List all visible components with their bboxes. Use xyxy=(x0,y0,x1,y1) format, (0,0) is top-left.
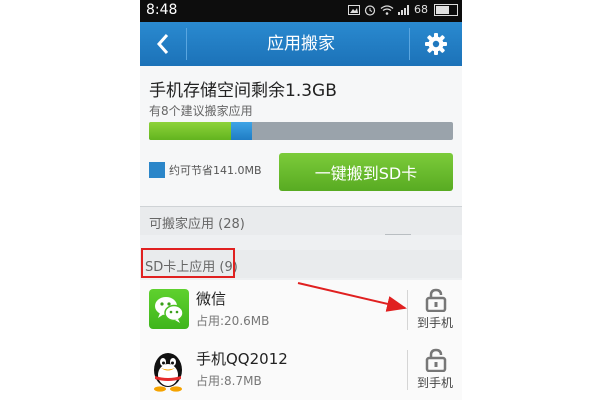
status-time: 8:48 xyxy=(146,2,178,18)
status-bar: 8:48 68 xyxy=(140,0,462,22)
storage-headline: 手机存储空间剩余1.3GB xyxy=(149,81,337,101)
move-to-phone-button[interactable]: 到手机 xyxy=(408,340,462,400)
signal-icon xyxy=(398,4,409,15)
storage-bar xyxy=(149,122,453,140)
battery-level: 68 xyxy=(414,3,428,16)
title-divider-left xyxy=(186,28,187,60)
app-usage: 占用:20.6MB xyxy=(196,314,270,328)
back-button[interactable] xyxy=(140,22,186,66)
saving-label: 约可节省141.0MB xyxy=(169,164,262,177)
move-to-phone-label: 到手机 xyxy=(416,316,453,330)
storage-bar-movable xyxy=(231,122,253,140)
highlight-box xyxy=(141,248,235,278)
status-icons: 68 xyxy=(348,3,458,16)
storage-bar-used xyxy=(149,122,232,140)
settings-button[interactable] xyxy=(410,22,462,66)
alarm-icon xyxy=(364,4,376,16)
battery-icon xyxy=(434,3,458,16)
move-all-to-sd-button[interactable]: 一键搬到SD卡 xyxy=(279,153,453,191)
suggestion-text: 有8个建议搬家应用 xyxy=(149,104,253,118)
section-movable-label: 可搬家应用 (28) xyxy=(149,217,245,232)
wifi-icon xyxy=(380,4,394,15)
app-usage: 占用:8.7MB xyxy=(196,374,262,388)
list-item[interactable]: 微信 占用:20.6MB 到手机 xyxy=(140,280,462,341)
move-to-phone-button[interactable]: 到手机 xyxy=(408,280,462,340)
gear-icon xyxy=(425,33,447,55)
app-name: 微信 xyxy=(196,290,227,308)
title-bar: 应用搬家 xyxy=(140,22,462,66)
app-name: 手机QQ2012 xyxy=(196,350,288,368)
lock-icon xyxy=(425,288,447,312)
list-item[interactable]: 手机QQ2012 占用:8.7MB 到手机 xyxy=(140,340,462,400)
phone-screen: 8:48 68 应用搬家 手机存储空间剩余1.3GB 有8个建议搬家应用 约可节… xyxy=(140,0,462,400)
chevron-left-icon xyxy=(156,34,169,54)
section-movable-apps[interactable]: 可搬家应用 (28) xyxy=(140,207,462,236)
move-to-phone-label: 到手机 xyxy=(416,376,453,390)
photo-notification-icon xyxy=(348,4,360,15)
qq-icon xyxy=(150,346,186,392)
wechat-icon xyxy=(149,289,189,329)
storage-summary: 手机存储空间剩余1.3GB 有8个建议搬家应用 约可节省141.0MB 一键搬到… xyxy=(140,66,462,206)
legend-swatch xyxy=(149,162,165,178)
saving-legend: 约可节省141.0MB xyxy=(149,162,262,178)
lock-icon xyxy=(425,348,447,372)
